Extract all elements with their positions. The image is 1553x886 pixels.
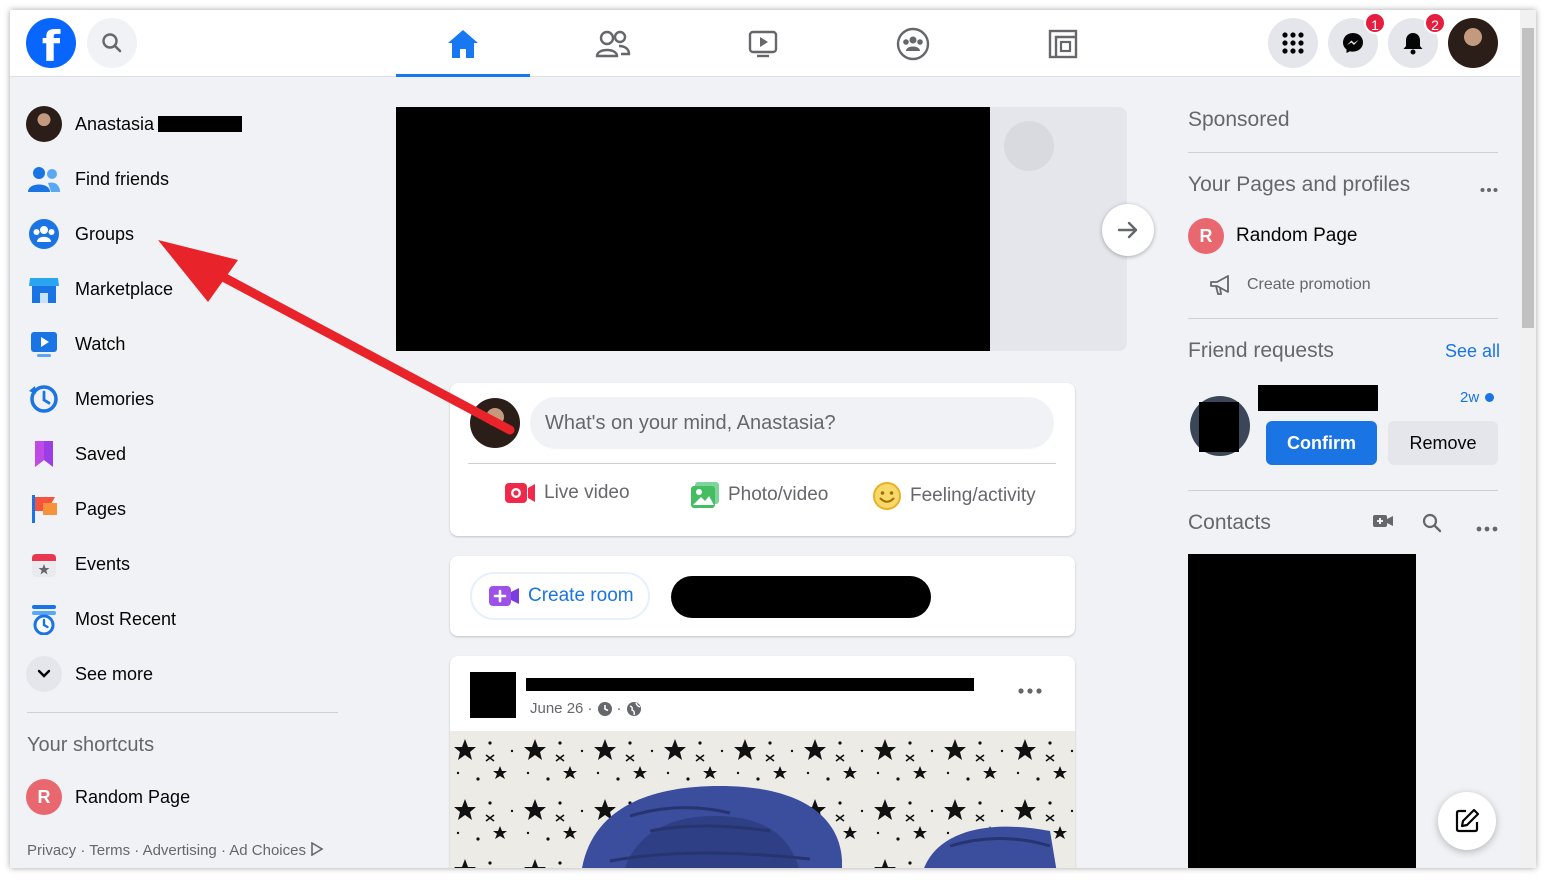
browser-frame: f 1 2 Anastasia Find friends Groups Mark…: [10, 10, 1536, 868]
annotation-arrow: [158, 240, 515, 435]
